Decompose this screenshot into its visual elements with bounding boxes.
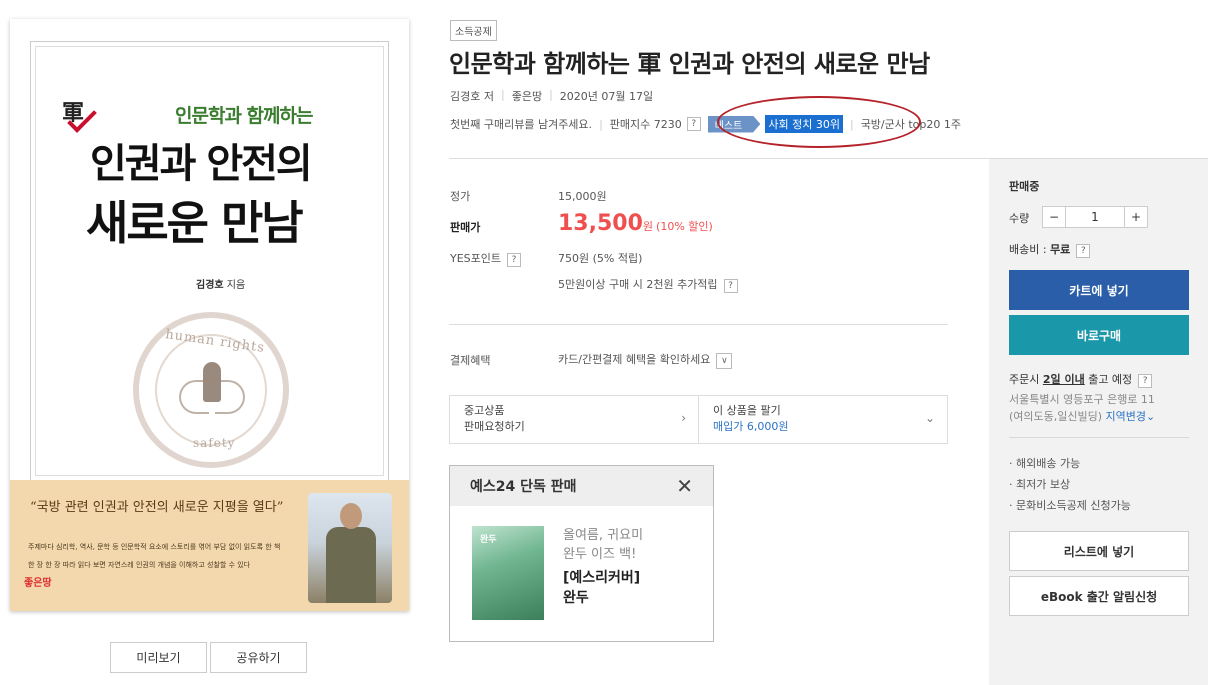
- seal-emblem: human rights safety: [133, 312, 289, 468]
- quantity-label: 수량: [1009, 212, 1030, 225]
- sale-price-label: 판매가: [450, 221, 481, 234]
- divider: [1009, 437, 1189, 438]
- list-item: · 해외배송 가능: [1009, 457, 1081, 470]
- sales-index: 판매지수 7230: [609, 118, 682, 131]
- chevron-right-icon: ›: [681, 411, 686, 425]
- buy-now-button[interactable]: 바로구매: [1009, 315, 1189, 355]
- cover-title-line1: 인권과 안전의: [90, 141, 313, 187]
- list-item: · 최저가 보상: [1009, 478, 1071, 491]
- points-extra: 5만원이상 구매 시 2천원 추가적립?: [558, 276, 738, 293]
- exclusive-header: 예스24 단독 판매: [470, 479, 577, 495]
- author-photo: [308, 493, 392, 603]
- band-line: 주제마다 심리학, 역사, 문학 등 인문학적 요소에 스토리를 엮어 부담 없…: [28, 543, 281, 551]
- help-icon[interactable]: ?: [507, 253, 522, 267]
- add-to-list-button[interactable]: 리스트에 넣기: [1009, 531, 1189, 571]
- chevron-down-icon: ⌄: [924, 411, 935, 425]
- chevron-down-icon[interactable]: ∨: [716, 353, 733, 369]
- book-cover-image[interactable]: 軍 인문학과 함께하는 인권과 안전의 새로운 만남 김경호 지음 human …: [10, 19, 409, 611]
- highlight-circle: [717, 96, 921, 148]
- payment-label: 결제혜택: [450, 354, 491, 367]
- purchase-panel: 판매중 수량 − 1 + 배송비 : 무료? 카트에 넣기 바로구매 주문시 2…: [989, 159, 1208, 685]
- quantity-stepper: − 1 +: [1042, 206, 1148, 228]
- author-link[interactable]: 김경호 저: [450, 88, 494, 104]
- band-line: 한 장 한 장 따라 읽다 보면 자연스레 인권의 개념을 이해하고 성찰할 수…: [28, 561, 251, 569]
- quantity-input[interactable]: 1: [1065, 207, 1125, 227]
- shipping-fee: 배송비 : 무료?: [1009, 241, 1091, 258]
- exclusive-product-name[interactable]: [예스리커버] 완두: [563, 568, 640, 608]
- payment-benefit-dropdown[interactable]: 카드/간편결제 혜택을 확인하세요 ∨: [558, 351, 733, 369]
- sell-item-dropdown[interactable]: 이 상품을 팔기 매입가 6,000원 ⌄: [698, 396, 947, 443]
- help-icon[interactable]: ?: [723, 279, 738, 293]
- delivery-estimate: 주문시 2일 이내 출고 예정?: [1009, 371, 1153, 388]
- soldier-figure-icon: [203, 362, 221, 402]
- used-goods-box: 중고상품 판매요청하기 › 이 상품을 팔기 매입가 6,000원 ⌄: [449, 395, 948, 444]
- help-icon[interactable]: ?: [1076, 244, 1091, 258]
- cover-subtitle: 인문학과 함께하는: [175, 105, 313, 127]
- publisher-link[interactable]: 좋은땅: [512, 88, 542, 104]
- product-meta: 김경호 저 | 좋은땅 | 2020년 07월 17일: [450, 88, 654, 104]
- help-icon[interactable]: ?: [686, 117, 701, 131]
- used-sell-request-button[interactable]: 중고상품 판매요청하기 ›: [450, 396, 698, 443]
- preview-button[interactable]: 미리보기: [110, 642, 207, 673]
- band-quote: “국방 관련 인권과 안전의 새로운 지평을 열다”: [30, 500, 284, 515]
- divider: [449, 324, 948, 325]
- close-icon[interactable]: ✕: [676, 474, 693, 498]
- list-item: · 문화비소득공제 신청가능: [1009, 499, 1131, 512]
- quantity-minus-button[interactable]: −: [1043, 207, 1065, 227]
- ebook-alert-button[interactable]: eBook 출간 알림신청: [1009, 576, 1189, 616]
- exclusive-product-thumbnail[interactable]: 완두: [472, 526, 544, 620]
- exclusive-sale-box: 예스24 단독 판매 ✕ 완두 올여름, 귀요미 완두 이즈 백! [예스리커버] 완…: [449, 465, 714, 642]
- list-price-label: 정가: [450, 190, 471, 203]
- share-button[interactable]: 공유하기: [210, 642, 307, 673]
- sale-status: 판매중: [1009, 180, 1040, 193]
- change-region-link[interactable]: 지역변경: [1106, 410, 1146, 423]
- publish-date: 2020년 07월 17일: [559, 90, 654, 103]
- review-prompt-link[interactable]: 첫번째 구매리뷰를 남겨주세요.: [450, 116, 592, 132]
- sale-price: 13,500원 (10% 할인): [558, 211, 713, 236]
- feature-list: · 해외배송 가능 · 최저가 보상 · 문화비소득공제 신청가능: [1009, 453, 1131, 516]
- publisher-logo: 좋은땅: [24, 578, 52, 589]
- delivery-address: 서울특별시 영등포구 은행로 11 (여의도동,일신빌딩) 지역변경⌄: [1009, 393, 1156, 423]
- help-icon[interactable]: ?: [1138, 374, 1153, 388]
- exclusive-tagline: 올여름, 귀요미 완두 이즈 백!: [563, 528, 644, 562]
- points-value: 750원 (5% 적립): [558, 252, 643, 265]
- points-label: YES포인트?: [450, 250, 522, 267]
- cover-title-line2: 새로운 만남: [86, 196, 304, 250]
- income-deduction-tag: 소득공제: [450, 20, 497, 41]
- cover-band: “국방 관련 인권과 안전의 새로운 지평을 열다” 주제마다 심리학, 역사,…: [10, 480, 409, 611]
- cover-author: 김경호 지음: [196, 280, 246, 291]
- quantity-plus-button[interactable]: +: [1125, 207, 1147, 227]
- add-to-cart-button[interactable]: 카트에 넣기: [1009, 270, 1189, 310]
- seal-bottom-text: safety: [193, 436, 236, 450]
- product-title: 인문학과 함께하는 軍 인권과 안전의 새로운 만남: [449, 50, 930, 78]
- list-price-value: 15,000원: [558, 190, 607, 203]
